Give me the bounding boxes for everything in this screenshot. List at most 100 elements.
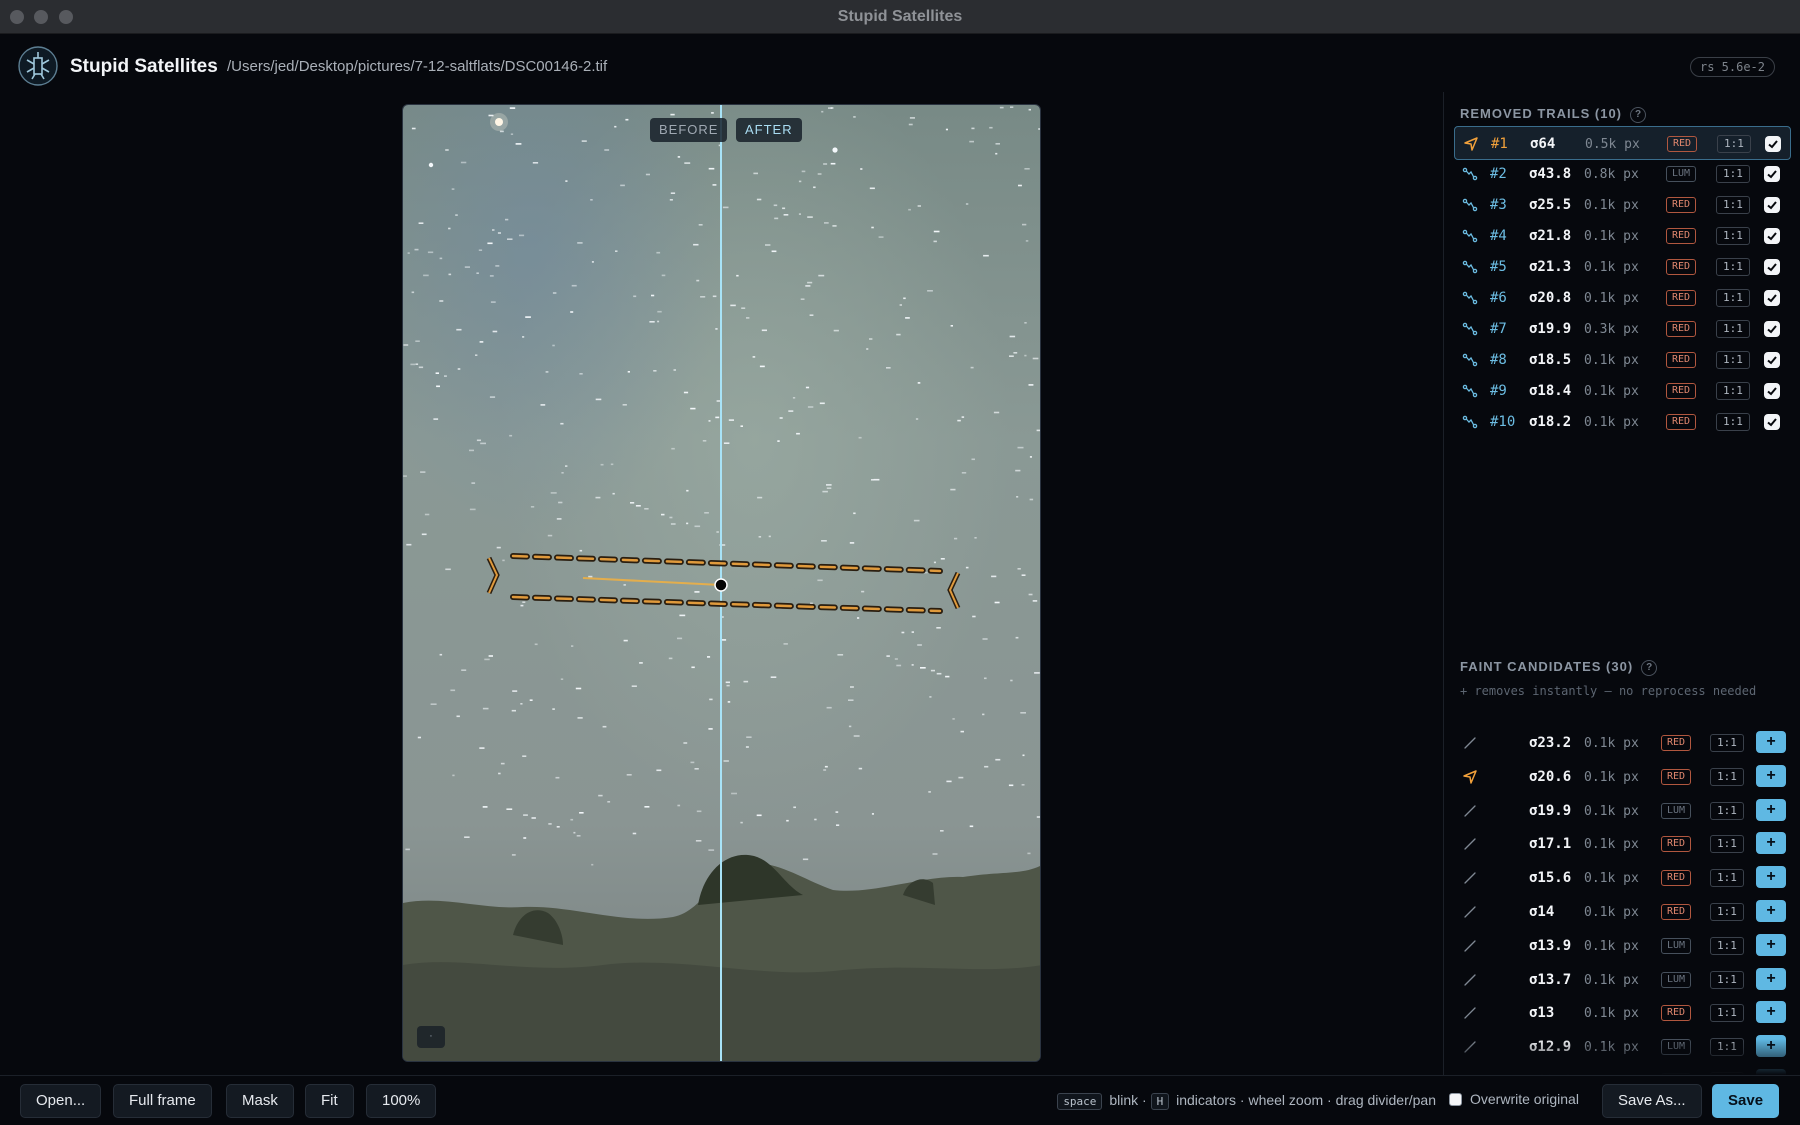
zoom-1to1-button[interactable]: 1:1 <box>1716 227 1750 245</box>
removed-trail-row[interactable]: #10 σ18.2 0.1k px RED 1:1 <box>1454 405 1791 439</box>
save-button[interactable]: Save <box>1712 1084 1780 1118</box>
zoom-1to1-button[interactable]: 1:1 <box>1716 165 1750 183</box>
add-candidate-button[interactable]: + <box>1756 900 1786 922</box>
add-candidate-button[interactable]: + <box>1756 967 1786 990</box>
faint-candidate-row[interactable]: σ19.9 0.1k px LUM 1:1 + <box>1454 794 1791 828</box>
save-as-button[interactable]: Save As... <box>1602 1084 1702 1118</box>
trail-number: #8 <box>1490 352 1507 368</box>
window-title: Stupid Satellites <box>837 8 963 25</box>
removed-trail-row[interactable]: #3 σ25.5 0.1k px RED 1:1 <box>1454 188 1791 222</box>
add-candidate-button[interactable]: + <box>1756 866 1786 889</box>
satellite-icon <box>1464 137 1478 151</box>
zoom-1to1-button[interactable]: 1:1 <box>1710 1004 1744 1023</box>
zoom-1to1-button[interactable]: 1:1 <box>1716 413 1750 431</box>
zoom-1to1-button[interactable]: 1:1 <box>1716 382 1750 400</box>
faint-candidate-row[interactable]: σ20.6 0.1k px RED 1:1 + <box>1454 760 1791 794</box>
trail-enabled-checkbox[interactable] <box>1764 290 1780 306</box>
faint-candidates-title: FAINT CANDIDATES (30) <box>1460 659 1634 674</box>
faint-candidate-row[interactable]: σ13 0.1k px RED 1:1 + <box>1454 996 1791 1030</box>
zoom-1to1-button[interactable]: 1:1 <box>1717 135 1751 153</box>
faint-candidate-row[interactable]: σ13.9 0.1k px LUM 1:1 + <box>1454 929 1791 963</box>
overwrite-checkbox[interactable] <box>1449 1093 1462 1106</box>
trail-path-icon <box>1462 198 1478 212</box>
trail-enabled-checkbox[interactable] <box>1765 136 1781 152</box>
satellite-logo-icon <box>18 46 58 86</box>
viewer-corner-button[interactable]: · <box>417 1026 445 1048</box>
zoom-1to1-button[interactable]: 1:1 <box>1716 289 1750 307</box>
blink-hint: blink · <box>1109 1092 1147 1108</box>
zoom-1to1-button[interactable]: 1:1 <box>1710 869 1744 888</box>
trail-number: #9 <box>1490 383 1507 399</box>
before-toggle[interactable]: BEFORE <box>650 118 728 142</box>
candidate-pixel-count: 0.1k px <box>1584 905 1639 920</box>
help-icon[interactable]: ? <box>1641 660 1658 676</box>
trail-path-icon <box>1462 260 1478 274</box>
streak-icon <box>1464 973 1476 986</box>
full-frame-button[interactable]: Full frame <box>113 1084 212 1118</box>
removed-trail-row[interactable]: #4 σ21.8 0.1k px RED 1:1 <box>1454 219 1791 253</box>
add-candidate-button[interactable]: + <box>1756 798 1786 821</box>
zoom-1to1-button[interactable]: 1:1 <box>1710 903 1744 921</box>
trail-enabled-checkbox[interactable] <box>1764 414 1780 430</box>
removed-trail-row[interactable]: #1 σ64 0.5k px RED 1:1 <box>1454 126 1791 160</box>
add-candidate-button[interactable]: + <box>1756 1035 1786 1058</box>
removed-trail-row[interactable]: #7 σ19.9 0.3k px RED 1:1 <box>1454 312 1791 346</box>
faint-candidates-subtitle: + removes instantly — no reprocess neede… <box>1460 684 1757 698</box>
zoom-1to1-button[interactable]: 1:1 <box>1716 258 1750 276</box>
trail-enabled-checkbox[interactable] <box>1764 383 1780 399</box>
removed-trail-row[interactable]: #2 σ43.8 0.8k px LUM 1:1 <box>1454 157 1791 191</box>
help-icon[interactable]: ? <box>1630 107 1647 123</box>
candidate-sigma: σ15.6 <box>1529 870 1572 887</box>
trail-enabled-checkbox[interactable] <box>1764 228 1780 244</box>
zoom-1to1-button[interactable]: 1:1 <box>1710 835 1744 854</box>
removed-trail-row[interactable]: #8 σ18.5 0.1k px RED 1:1 <box>1454 343 1791 377</box>
zoom-1to1-button[interactable]: 1:1 <box>1716 351 1750 369</box>
candidate-sigma: σ20.6 <box>1529 768 1572 785</box>
candidate-pixel-count: 0.1k px <box>1584 736 1639 751</box>
candidate-pixel-count: 0.1k px <box>1584 1040 1639 1056</box>
trail-pixel-count: 0.1k px <box>1584 260 1639 275</box>
trail-number: #10 <box>1490 414 1516 430</box>
add-candidate-button[interactable]: + <box>1756 764 1786 787</box>
fit-button[interactable]: Fit <box>305 1084 354 1118</box>
zoom-1to1-button[interactable]: 1:1 <box>1716 320 1750 338</box>
candidate-pixel-count: 0.1k px <box>1584 871 1639 887</box>
trail-pixel-count: 0.5k px <box>1585 137 1640 152</box>
add-candidate-button[interactable]: + <box>1756 1001 1786 1024</box>
add-candidate-button[interactable]: + <box>1756 832 1786 855</box>
image-viewer[interactable]: BEFORE AFTER · <box>402 104 1041 1062</box>
zoom-1to1-button[interactable]: 1:1 <box>1710 801 1744 820</box>
faint-candidate-row[interactable]: σ14 0.1k px RED 1:1 + <box>1454 895 1791 929</box>
zoom-1to1-button[interactable]: 1:1 <box>1716 196 1750 214</box>
faint-candidate-row[interactable]: σ15.6 0.1k px RED 1:1 + <box>1454 861 1791 895</box>
trail-enabled-checkbox[interactable] <box>1764 259 1780 275</box>
trail-enabled-checkbox[interactable] <box>1764 321 1780 337</box>
removed-trail-row[interactable]: #5 σ21.3 0.1k px RED 1:1 <box>1454 250 1791 284</box>
zoom-1to1-button[interactable]: 1:1 <box>1710 767 1744 786</box>
streak-icon <box>1464 737 1476 749</box>
faint-candidate-row[interactable]: σ12.9 0.1k px LUM 1:1 + <box>1454 1030 1791 1064</box>
zoom-1to1-button[interactable]: 1:1 <box>1710 1038 1744 1057</box>
removed-trail-row[interactable]: #6 σ20.8 0.1k px RED 1:1 <box>1454 281 1791 315</box>
removed-trail-row[interactable]: #9 σ18.4 0.1k px RED 1:1 <box>1454 374 1791 408</box>
trail-enabled-checkbox[interactable] <box>1764 352 1780 368</box>
trail-path-icon <box>1462 415 1478 429</box>
trail-sigma: σ18.4 <box>1529 383 1572 399</box>
faint-candidate-row[interactable]: σ23.2 0.1k px RED 1:1 + <box>1454 726 1791 760</box>
faint-candidate-row[interactable]: σ17.1 0.1k px RED 1:1 + <box>1454 827 1791 861</box>
trail-enabled-checkbox[interactable] <box>1764 197 1780 213</box>
zoom-1to1-button[interactable]: 1:1 <box>1710 734 1744 752</box>
mask-button[interactable]: Mask <box>226 1084 294 1118</box>
open-button[interactable]: Open... <box>20 1084 102 1118</box>
add-candidate-button[interactable]: + <box>1756 933 1786 956</box>
add-candidate-button[interactable]: + <box>1756 731 1786 753</box>
trail-number: #1 <box>1491 136 1508 152</box>
faint-candidate-row[interactable]: σ13.7 0.1k px LUM 1:1 + <box>1454 963 1791 997</box>
window-titlebar: Stupid Satellites <box>0 0 1800 34</box>
trail-enabled-checkbox[interactable] <box>1764 166 1780 182</box>
channel-badge: RED <box>1661 1005 1692 1022</box>
zoom-1to1-button[interactable]: 1:1 <box>1710 970 1744 989</box>
after-toggle[interactable]: AFTER <box>736 118 802 142</box>
zoom-1to1-button[interactable]: 1:1 <box>1710 936 1744 955</box>
zoom-100-button[interactable]: 100% <box>366 1084 437 1118</box>
